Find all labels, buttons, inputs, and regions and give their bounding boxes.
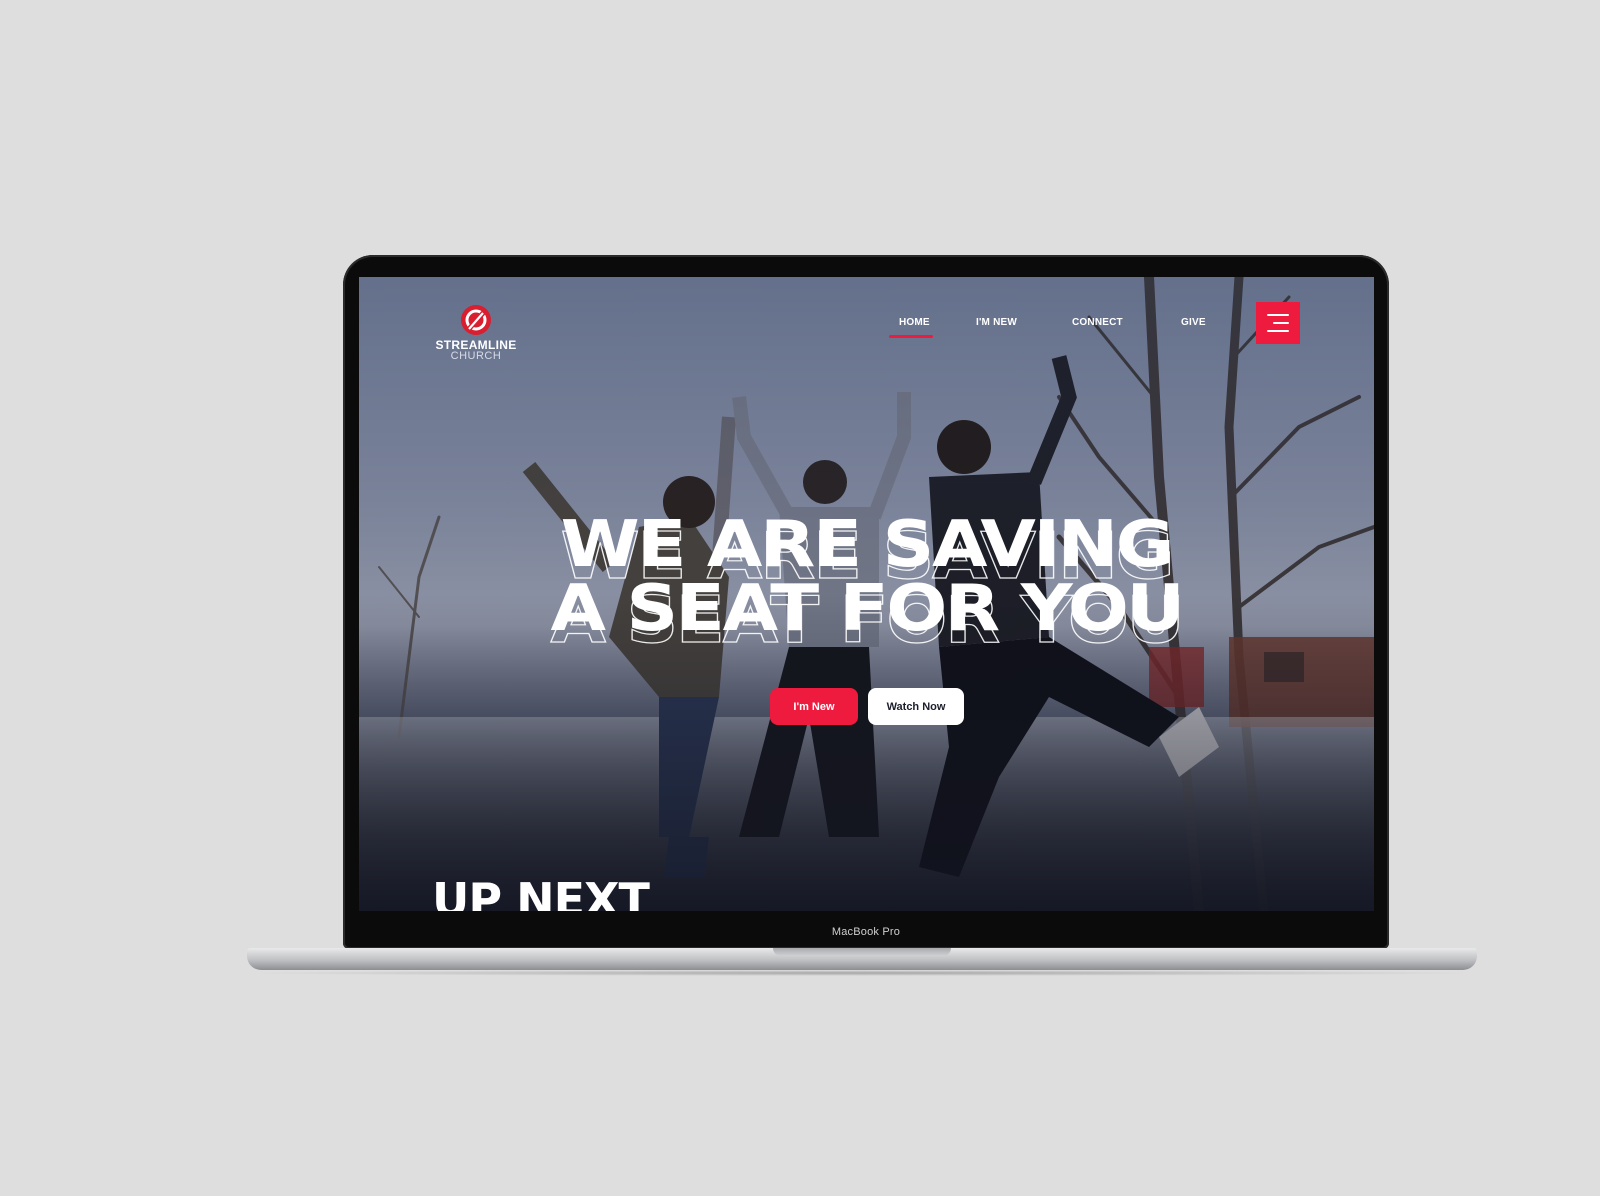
up-next-heading: UP NEXT (432, 873, 650, 911)
hero-headline-line-1: WE ARE SAVING WE ARE SAVING (359, 513, 1374, 590)
hamburger-menu-icon (1267, 314, 1289, 316)
device-model-label: MacBook Pro (831, 926, 901, 938)
nav-item-connect[interactable]: CONNECT (1072, 317, 1123, 328)
laptop-opening-notch (773, 948, 951, 956)
im-new-button[interactable]: I'm New (770, 688, 858, 725)
brand-subname: CHURCH (450, 350, 502, 362)
hamburger-menu-button[interactable] (1256, 302, 1300, 344)
laptop-screen: STREAMLINE CHURCH HOME I'M NEW CONNECT G… (359, 277, 1374, 911)
hero-headline: WE ARE SAVING WE ARE SAVING A SEAT FOR Y… (359, 513, 1374, 654)
mockup-stage: STREAMLINE CHURCH HOME I'M NEW CONNECT G… (0, 0, 1600, 1196)
headline-line-1-text: WE ARE SAVING (560, 508, 1175, 582)
streamline-logo-icon (461, 305, 491, 335)
nav-item-im-new[interactable]: I'M NEW (976, 317, 1017, 328)
watch-now-button[interactable]: Watch Now (868, 688, 964, 725)
nav-item-home[interactable]: HOME (899, 317, 930, 328)
headline-line-2-text: A SEAT FOR YOU (550, 572, 1185, 646)
hero-headline-line-2: A SEAT FOR YOU A SEAT FOR YOU (359, 577, 1374, 654)
nav-item-give[interactable]: GIVE (1181, 317, 1206, 328)
brand-logo[interactable]: STREAMLINE CHURCH (431, 303, 521, 362)
nav-active-indicator (889, 335, 933, 338)
laptop-shadow (236, 970, 1488, 976)
